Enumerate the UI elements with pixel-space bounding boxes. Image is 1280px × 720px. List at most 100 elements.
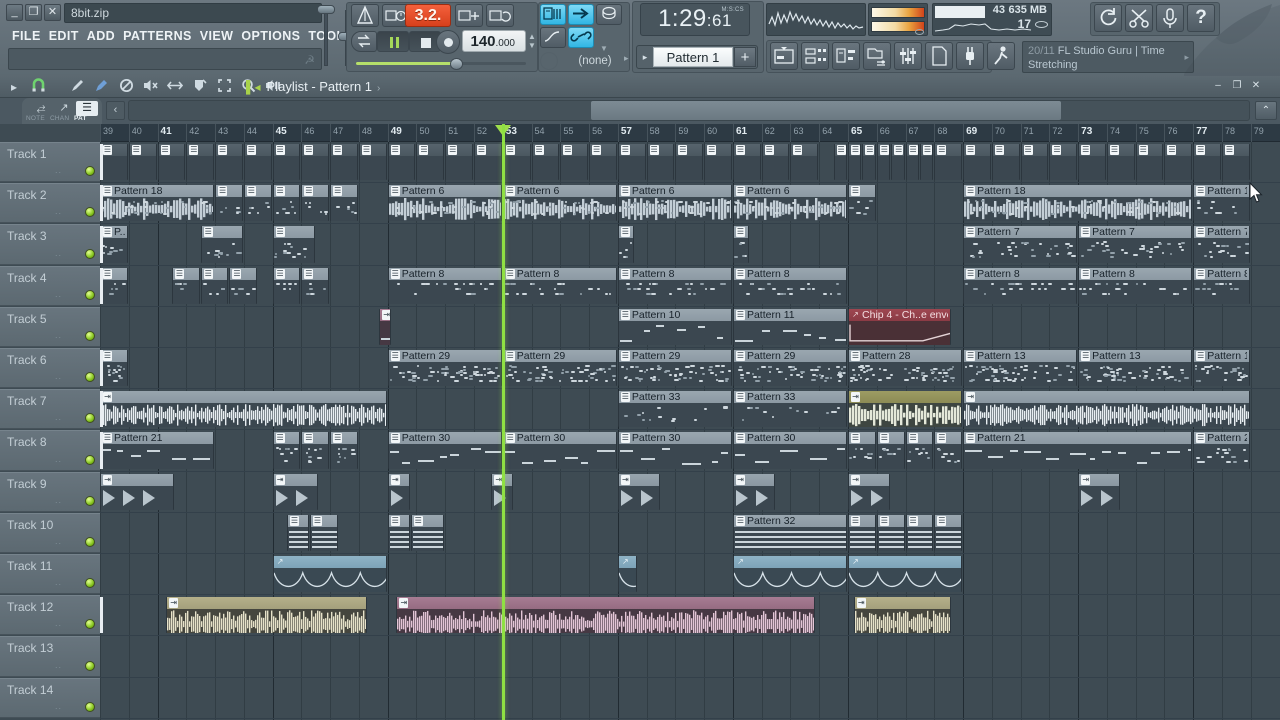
clip-header[interactable]: ☰Pattern 18 (101, 185, 213, 197)
playlist-clip[interactable]: ☰Pattern 29 (733, 350, 847, 386)
timeline-ruler[interactable]: 3940414243444546474849505152535455565758… (100, 124, 1280, 142)
playlist-clip[interactable]: ☰ (273, 226, 315, 262)
playlist-clip[interactable]: ☰ (906, 144, 919, 180)
playlist-clip[interactable]: ☰Pattern 8 (733, 268, 847, 304)
playlist-clip[interactable]: ☰ (1049, 144, 1077, 180)
clip-header[interactable]: ☰ (835, 144, 846, 156)
clip-header[interactable]: ☰ (619, 226, 633, 238)
clip-header[interactable]: ☰ (274, 432, 300, 444)
clip-header[interactable]: ☰ (360, 144, 386, 156)
playlist-clip[interactable]: ⇥ (848, 391, 962, 427)
clip-header[interactable]: ☰ (475, 144, 501, 156)
playlist-clip[interactable]: ☰ (1021, 144, 1049, 180)
clip-header[interactable]: ☰ (734, 144, 760, 156)
playlist-clip[interactable]: ☰ (359, 144, 387, 180)
clip-header[interactable]: ☰ (173, 268, 199, 280)
project-picker-button[interactable] (925, 42, 953, 70)
playlist-clip[interactable]: ⇥ (100, 391, 387, 427)
step-sequencer-window-button[interactable] (801, 42, 829, 70)
pencil-tool-icon[interactable] (67, 78, 87, 96)
playlist-clip[interactable]: ☰ (891, 144, 904, 180)
clip-header[interactable]: ☰ (302, 144, 328, 156)
clip-header[interactable]: ☰ (274, 185, 300, 197)
tab-note-mode[interactable]: ⥄ (30, 101, 52, 116)
track-enable-led[interactable] (85, 496, 95, 506)
automation-button[interactable] (540, 27, 566, 48)
clip-header[interactable]: ☰Pattern 30 (734, 432, 846, 444)
clip-header[interactable]: ☰ (734, 226, 748, 238)
clip-header[interactable]: ☰Pattern 8 (504, 268, 616, 280)
clip-header[interactable]: ☰ (1223, 144, 1249, 156)
playlist-clip[interactable]: ☰Pattern 8 (963, 268, 1077, 304)
menu-patterns[interactable]: PATTERNS (119, 27, 196, 45)
playlist-clip[interactable]: ⇥ (618, 474, 660, 510)
tempo-spinner[interactable]: ▲▼ (528, 32, 534, 50)
clip-header[interactable]: ☰ (921, 144, 932, 156)
clip-header[interactable]: ☰ (705, 144, 731, 156)
clip-header[interactable]: ↗ (849, 556, 961, 568)
clip-header[interactable]: ☰ (216, 144, 242, 156)
clip-header[interactable]: ☰ (1022, 144, 1048, 156)
tab-chan-mode[interactable]: ↗ (53, 101, 75, 116)
playlist-clip[interactable]: ☰ (1078, 144, 1106, 180)
clip-header[interactable]: ☰ (504, 144, 530, 156)
mixer-window-button[interactable] (894, 42, 922, 70)
playlist-clip[interactable]: ☰Pattern 28 (848, 350, 962, 386)
track-enable-led[interactable] (85, 290, 95, 300)
clip-header[interactable]: ☰ (274, 226, 314, 238)
playlist-clip[interactable]: ☰ (100, 268, 128, 304)
clip-header[interactable]: ☰ (417, 144, 443, 156)
clip-header[interactable]: ☰Pattern 30 (389, 432, 501, 444)
clip-header[interactable]: ☰ (907, 515, 933, 527)
clip-header[interactable]: ☰ (274, 268, 300, 280)
playlist-clip[interactable]: ☰ (229, 268, 257, 304)
clip-header[interactable]: ☰ (676, 144, 702, 156)
clip-header[interactable]: ⇥ (964, 391, 1249, 403)
playlist-clip[interactable]: ☰Pattern 30 (503, 432, 617, 468)
playlist-clip[interactable]: ☰ (934, 144, 962, 180)
playlist-clip[interactable]: ☰ (330, 185, 358, 221)
playlist-clip[interactable]: ⇥ (166, 597, 366, 633)
playlist-clip[interactable]: ☰Pattern 8 (1193, 268, 1250, 304)
clip-header[interactable]: ☰ (935, 432, 961, 444)
playlist-clip[interactable]: ⇥ (379, 309, 391, 345)
playlist-clip[interactable]: ☰ (301, 185, 329, 221)
playlist-clip[interactable]: ☰Pattern 30 (388, 432, 502, 468)
link-button[interactable] (568, 27, 594, 48)
clip-header[interactable]: ☰ (101, 268, 127, 280)
clip-header[interactable]: ☰Pattern 28 (849, 350, 961, 362)
playlist-clip[interactable]: ⇥ (963, 391, 1250, 427)
playlist-clip[interactable]: ☰Pattern 11 (733, 309, 847, 345)
playlist-clip[interactable]: ☰ (618, 144, 646, 180)
clip-header[interactable]: ☰ (1079, 144, 1105, 156)
playlist-clip[interactable]: ☰ (1136, 144, 1164, 180)
knob-icon[interactable] (540, 52, 558, 70)
playlist-clip[interactable]: ☰Pattern 19 (1193, 185, 1250, 221)
clip-header[interactable]: ☰ (412, 515, 444, 527)
playlist-clip[interactable]: ☰ (862, 144, 875, 180)
track-header[interactable]: Track 9.. (0, 472, 100, 512)
track-header[interactable]: Track 6.. (0, 348, 100, 388)
playlist-clip[interactable]: ☰ (100, 350, 128, 386)
playlist-clip[interactable]: ☰ (273, 268, 301, 304)
playlist-clip[interactable]: ☰ (877, 432, 905, 468)
clip-header[interactable]: ☰Pattern 6 (389, 185, 501, 197)
clip-header[interactable]: ↗ (274, 556, 386, 568)
pattern-length-display[interactable]: 3.2. (405, 4, 451, 27)
track-header[interactable]: Track 14.. (0, 678, 100, 718)
clip-header[interactable]: ☰Pattern 30 (504, 432, 616, 444)
clip-header[interactable]: ☰Pattern 29 (734, 350, 846, 362)
playlist-clip[interactable]: ↗ (733, 556, 847, 592)
playlist-clip[interactable]: ☰Pattern 8 (503, 268, 617, 304)
playlist-clip[interactable]: ☰Pattern 6 (733, 185, 847, 221)
track-enable-led[interactable] (85, 372, 95, 382)
blend-recorded-notes-button[interactable] (486, 4, 514, 27)
playlist-clip[interactable]: ☰ (129, 144, 157, 180)
clip-header[interactable]: ☰ (763, 144, 789, 156)
track-header[interactable]: Track 10.. (0, 513, 100, 553)
fader-knob[interactable] (317, 5, 335, 14)
playlist-clip[interactable]: ☰ (560, 144, 588, 180)
clip-header[interactable]: ☰Pattern 13 (1194, 350, 1249, 362)
clip-header[interactable]: ☰ (202, 268, 228, 280)
record-button[interactable] (436, 30, 460, 54)
